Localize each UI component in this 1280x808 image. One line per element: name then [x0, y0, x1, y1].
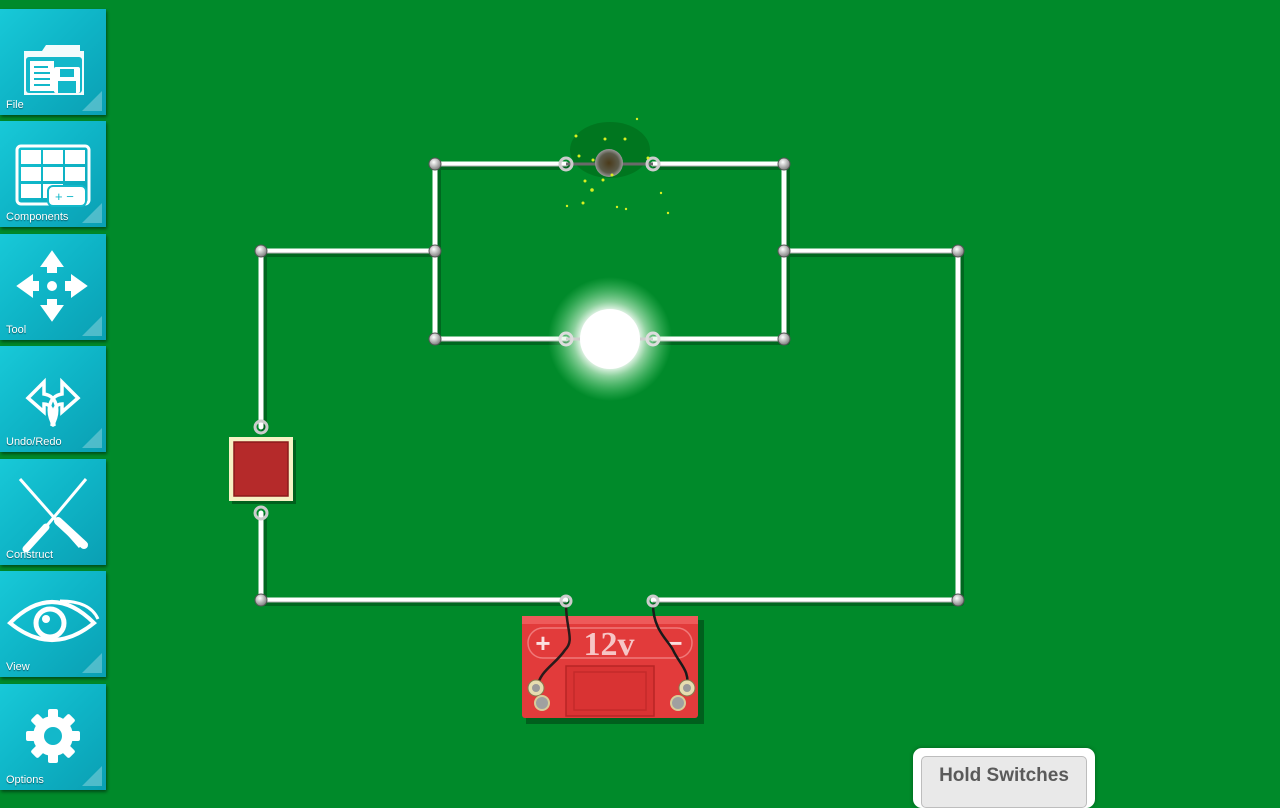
circuit-canvas: + − 12v: [229, 117, 965, 724]
hold-switches-label: Hold Switches: [921, 756, 1087, 808]
plus-sign: +: [535, 628, 550, 658]
switch[interactable]: [229, 419, 296, 521]
battery[interactable]: + − 12v: [522, 594, 704, 724]
hold-switches-button[interactable]: Hold Switches: [913, 748, 1095, 808]
battery-voltage-label: 12v: [584, 626, 635, 663]
lit-bulb[interactable]: [548, 277, 672, 401]
